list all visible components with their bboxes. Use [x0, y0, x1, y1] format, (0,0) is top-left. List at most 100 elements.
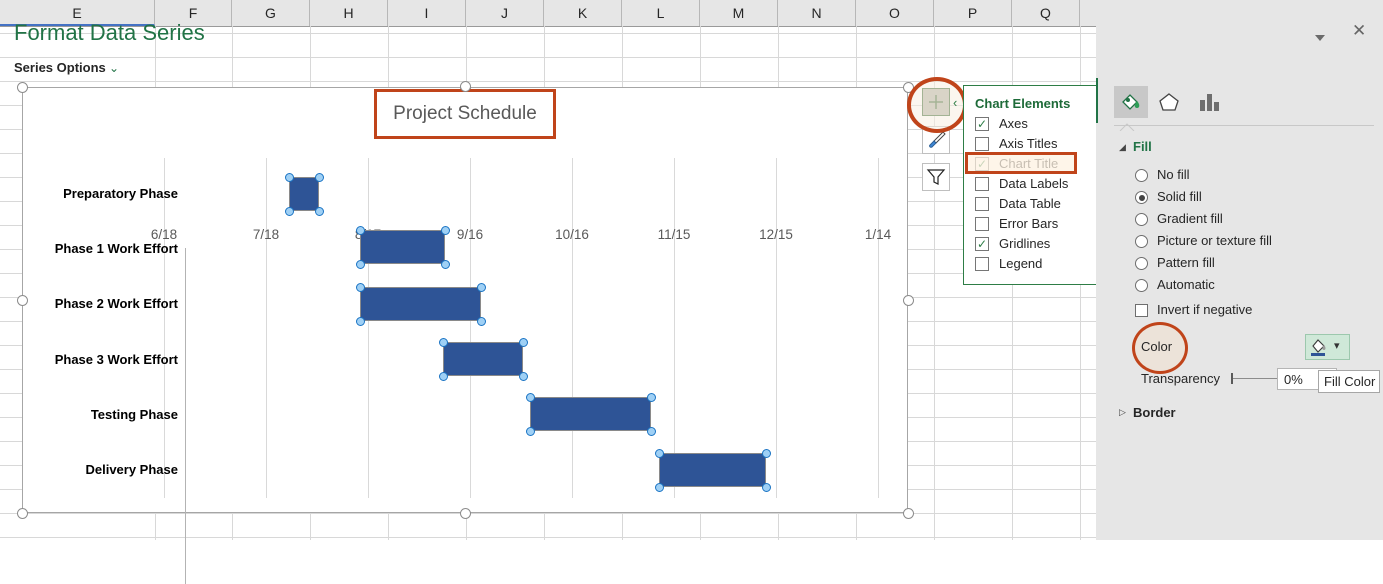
column-header-o[interactable]: O	[856, 0, 934, 26]
chart-resize-handle[interactable]	[16, 507, 28, 519]
bar-selection-handle[interactable]	[314, 206, 324, 216]
bar-selection-handle[interactable]	[284, 172, 294, 182]
bar-selection-handle[interactable]	[284, 206, 294, 216]
chart-resize-handle[interactable]	[16, 294, 28, 306]
chart-element-item-data-labels[interactable]: Data Labels	[975, 176, 1105, 194]
bar-selection-handle[interactable]	[440, 259, 450, 269]
bar-selection-handle[interactable]	[355, 225, 365, 235]
gantt-bar[interactable]	[360, 287, 481, 321]
chart-element-item-data-table[interactable]: Data Table	[975, 196, 1105, 214]
column-header-j[interactable]: J	[466, 0, 544, 26]
column-header-q[interactable]: Q	[1012, 0, 1080, 26]
fill-option-solid-fill[interactable]: Solid fill	[1135, 189, 1335, 209]
chart-element-item-legend[interactable]: Legend	[975, 256, 1105, 274]
checkbox[interactable]	[975, 217, 989, 231]
category-label: Phase 2 Work Effort	[54, 296, 178, 312]
invert-if-negative-checkbox[interactable]	[1135, 304, 1148, 317]
chart-resize-handle[interactable]	[16, 81, 28, 93]
fill-section-expand-icon[interactable]: ◢	[1119, 142, 1126, 153]
bar-selection-handle[interactable]	[761, 482, 771, 492]
radio-button[interactable]	[1135, 169, 1148, 182]
category-label: Testing Phase	[90, 406, 178, 422]
bar-selection-handle[interactable]	[355, 259, 365, 269]
fill-option-no-fill[interactable]: No fill	[1135, 167, 1335, 187]
pentagon-icon	[1159, 93, 1179, 111]
checkbox[interactable]	[975, 177, 989, 191]
border-section-header[interactable]: Border	[1133, 405, 1176, 420]
fill-section-header[interactable]: Fill	[1133, 139, 1152, 154]
bar-selection-handle[interactable]	[654, 482, 664, 492]
series-options-caret-icon[interactable]: ⌄	[109, 61, 119, 75]
chart-title[interactable]: Project Schedule	[374, 89, 556, 139]
bar-selection-handle[interactable]	[761, 448, 771, 458]
gantt-bar[interactable]	[530, 397, 651, 431]
transparency-slider-track[interactable]	[1232, 378, 1280, 379]
column-header-g[interactable]: G	[232, 0, 310, 26]
checkbox[interactable]	[975, 137, 989, 151]
bar-selection-handle[interactable]	[518, 337, 528, 347]
chart-title-handle[interactable]	[460, 81, 471, 92]
bar-selection-handle[interactable]	[646, 426, 656, 436]
gantt-bar[interactable]	[289, 177, 319, 211]
checkbox[interactable]: ✓	[975, 117, 989, 131]
checkbox[interactable]: ✓	[975, 237, 989, 251]
axis-tick-label: 6/18	[150, 227, 178, 242]
bar-selection-handle[interactable]	[438, 337, 448, 347]
column-header-l[interactable]: L	[622, 0, 700, 26]
chart-object[interactable]: 6/187/188/179/1610/1611/1512/151/14 Prep…	[22, 87, 908, 584]
gantt-bar[interactable]	[659, 453, 766, 487]
checkbox[interactable]	[975, 197, 989, 211]
series-options-label[interactable]: Series Options	[14, 60, 106, 75]
tab-fill-and-line[interactable]	[1114, 86, 1148, 118]
fill-color-button[interactable]: ▾	[1305, 334, 1350, 360]
fill-option-pattern-fill[interactable]: Pattern fill	[1135, 255, 1335, 275]
border-section-expand-icon[interactable]: ▷	[1119, 407, 1126, 418]
bar-selection-handle[interactable]	[525, 426, 535, 436]
fill-option-gradient-fill[interactable]: Gradient fill	[1135, 211, 1335, 231]
radio-button[interactable]	[1135, 257, 1148, 270]
gantt-bar[interactable]	[360, 230, 445, 264]
bar-chart-icon	[1200, 94, 1219, 111]
column-header-m[interactable]: M	[700, 0, 778, 26]
radio-button[interactable]	[1135, 213, 1148, 226]
chart-filters-button[interactable]	[922, 163, 950, 191]
bar-selection-handle[interactable]	[518, 371, 528, 381]
invert-if-negative-row[interactable]: Invert if negative	[1135, 302, 1335, 322]
chart-element-item-error-bars[interactable]: Error Bars	[975, 216, 1105, 234]
fill-option-picture-or-texture-fill[interactable]: Picture or texture fill	[1135, 233, 1335, 253]
bar-selection-handle[interactable]	[438, 371, 448, 381]
fill-option-label: Automatic	[1157, 277, 1215, 292]
gantt-bar[interactable]	[443, 342, 523, 376]
column-header-p[interactable]: P	[934, 0, 1012, 26]
bar-selection-handle[interactable]	[355, 316, 365, 326]
column-header-n[interactable]: N	[778, 0, 856, 26]
chart-element-item-gridlines[interactable]: ✓ Gridlines	[975, 236, 1105, 254]
pane-close-button[interactable]: ✕	[1352, 22, 1366, 39]
column-header-k[interactable]: K	[544, 0, 622, 26]
bar-selection-handle[interactable]	[525, 392, 535, 402]
radio-button[interactable]	[1135, 191, 1148, 204]
tab-series-options[interactable]	[1192, 86, 1226, 118]
bar-selection-handle[interactable]	[646, 392, 656, 402]
pane-options-dropdown[interactable]	[1313, 30, 1327, 41]
chart-resize-handle[interactable]	[902, 507, 914, 519]
chart-element-item-axes[interactable]: ✓ Axes	[975, 116, 1105, 134]
chart-resize-handle[interactable]	[459, 507, 471, 519]
chart-resize-handle[interactable]	[902, 294, 914, 306]
bar-selection-handle[interactable]	[355, 282, 365, 292]
column-header-i[interactable]: I	[388, 0, 466, 26]
radio-button[interactable]	[1135, 235, 1148, 248]
bar-selection-handle[interactable]	[314, 172, 324, 182]
fill-color-caret-icon[interactable]: ▾	[1334, 339, 1340, 352]
fill-option-automatic[interactable]: Automatic	[1135, 277, 1335, 297]
column-header-h[interactable]: H	[310, 0, 388, 26]
radio-button[interactable]	[1135, 279, 1148, 292]
tab-effects[interactable]	[1152, 86, 1186, 118]
checkbox[interactable]	[975, 257, 989, 271]
transparency-slider-handle[interactable]	[1231, 373, 1233, 384]
bar-selection-handle[interactable]	[476, 316, 486, 326]
bar-selection-handle[interactable]	[476, 282, 486, 292]
chart-elements-flyout[interactable]: Chart Elements ✓AxesAxis Titles✓Chart Ti…	[963, 85, 1113, 285]
bar-selection-handle[interactable]	[440, 225, 450, 235]
bar-selection-handle[interactable]	[654, 448, 664, 458]
